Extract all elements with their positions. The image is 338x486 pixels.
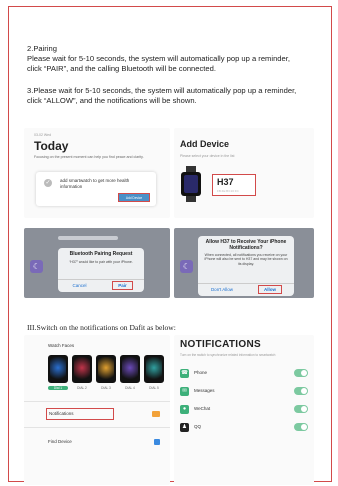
- blurred-bar: [58, 236, 118, 240]
- bt-dialog-body: “H37” would like to pair with your iPhon…: [69, 259, 133, 264]
- divider: [24, 401, 170, 402]
- app-name: Phone: [194, 370, 208, 375]
- app-name: QQ: [194, 424, 202, 429]
- watch-face-thumbnail[interactable]: [96, 355, 116, 383]
- pair-label: Pair: [112, 281, 133, 290]
- bluetooth-pairing-dialog: Bluetooth Pairing Request “H37” would li…: [58, 248, 144, 292]
- watch-faces-title: Watch Faces: [48, 343, 75, 348]
- message-icon: ✉: [180, 387, 189, 396]
- device-name: H37: [217, 177, 234, 187]
- app-name: Messages: [194, 388, 215, 393]
- watch-faces-screenshot: Watch Faces Notifications Find Device Di…: [24, 335, 170, 485]
- watch-face-thumbnail[interactable]: [144, 355, 164, 383]
- watch-face-thumbnail[interactable]: [72, 355, 92, 383]
- notification-app-row: ● WeChat: [180, 404, 308, 416]
- phone-icon: ☎: [180, 369, 189, 378]
- moon-icon: ☾: [30, 260, 43, 273]
- pair-button[interactable]: Pair: [101, 280, 144, 292]
- today-title: Today: [34, 139, 69, 153]
- watch-face-label: DIAL 3: [101, 386, 111, 390]
- qq-icon: ♟: [180, 423, 189, 432]
- watch-face-thumbnail[interactable]: [120, 355, 140, 383]
- notification-toggle[interactable]: [294, 369, 308, 377]
- notification-toggle[interactable]: [294, 387, 308, 395]
- watch-face-label: DIAL 2: [77, 386, 87, 390]
- add-device-subtitle: Please select your device in the list: [180, 154, 235, 158]
- notification-toggle[interactable]: [294, 423, 308, 431]
- watch-face-label: DIAL 4: [125, 386, 135, 390]
- pairing-paragraph: 2.Pairing Please wait for 5-10 seconds, …: [27, 44, 290, 73]
- add-smartwatch-card: ✓ add smartwatch to get more health info…: [36, 172, 156, 206]
- bt-dialog-title: Bluetooth Pairing Request: [69, 251, 133, 257]
- notifications-subtitle: Turn on the switch to synchronize relate…: [180, 353, 276, 357]
- allow-label: Allow: [258, 285, 282, 294]
- notification-toggle[interactable]: [294, 405, 308, 413]
- allow-button[interactable]: Allow: [246, 284, 294, 296]
- today-date: 03-02 Wed: [34, 133, 52, 137]
- watch-face-label: DIAL 5: [149, 386, 159, 390]
- notif-dialog-title: Allow H37 to Receive Your iPhone Notific…: [205, 239, 287, 251]
- cancel-button[interactable]: Cancel: [58, 280, 101, 292]
- add-device-title: Add Device: [180, 139, 230, 149]
- notification-permission-dialog: Allow H37 to Receive Your iPhone Notific…: [198, 236, 294, 296]
- moon-icon: ☾: [180, 260, 193, 273]
- watch-face-label: Dial 1: [48, 386, 68, 390]
- dont-allow-button[interactable]: Don't Allow: [198, 284, 246, 296]
- notifications-screenshot: NOTIFICATIONS Turn on the switch to sync…: [174, 335, 314, 485]
- notifications-label: Notifications: [49, 411, 74, 416]
- location-icon: [154, 439, 160, 445]
- wechat-icon: ●: [180, 405, 189, 414]
- watch-face-thumbnail[interactable]: [48, 355, 68, 383]
- card-text: add smartwatch to get more health inform…: [60, 178, 130, 189]
- app-name: WeChat: [194, 406, 211, 411]
- device-list-item[interactable]: H37 FB:4E:B3:20:FC: [212, 174, 256, 196]
- divider: [24, 427, 170, 428]
- add-device-button[interactable]: Add Device: [118, 193, 150, 202]
- find-device-menu-item[interactable]: Find Device: [48, 439, 72, 444]
- add-device-screenshot: Add Device Please select your device in …: [174, 128, 314, 218]
- device-mac: FB:4E:B3:20:FC: [217, 189, 239, 193]
- notifications-title: NOTIFICATIONS: [180, 339, 261, 350]
- notif-dialog-body: When connected, all notifications you re…: [204, 253, 288, 266]
- message-icon: [152, 411, 160, 417]
- smartwatch-icon: [181, 166, 201, 202]
- notifications-menu-item[interactable]: Notifications: [46, 408, 114, 420]
- notification-app-row: ♟ QQ: [180, 422, 308, 434]
- today-screenshot: 03-02 Wed Today Focusing on the present …: [24, 128, 170, 218]
- notification-permission-screenshot: ☾ Allow H37 to Receive Your iPhone Notif…: [174, 228, 314, 298]
- allow-paragraph: 3.Please wait for 5-10 seconds, the syst…: [27, 86, 297, 105]
- check-icon: ✓: [44, 179, 52, 187]
- section-title: III.Switch on the notifications on Dafit…: [27, 323, 176, 332]
- notification-app-row: ✉ Messages: [180, 386, 308, 398]
- today-subtitle: Focusing on the present moment can help …: [34, 155, 144, 159]
- bluetooth-pairing-screenshot: ☾ Bluetooth Pairing Request “H37” would …: [24, 228, 170, 298]
- notification-app-row: ☎ Phone: [180, 368, 308, 380]
